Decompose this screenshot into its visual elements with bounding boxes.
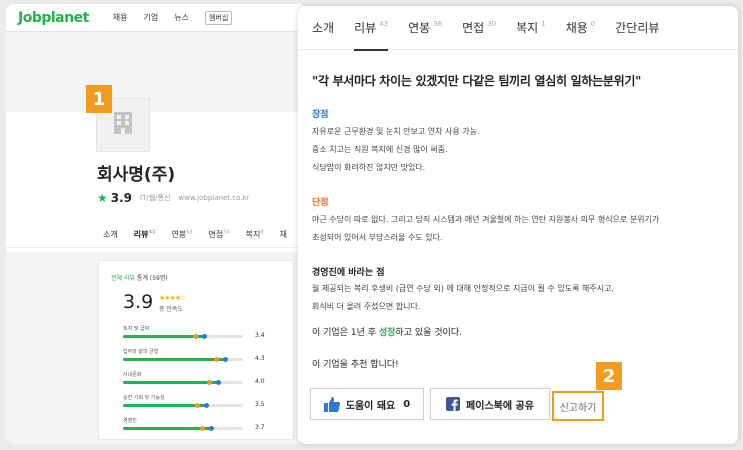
panel-tab-reviews[interactable]: 리뷰 43 (354, 6, 389, 51)
industry-average-marker (200, 426, 205, 431)
company-rating: 3.9 (110, 191, 133, 205)
nav-news[interactable]: 뉴스 (174, 12, 189, 23)
company-rating-row: ★ 3.9 IT/웹/통신 www.jobplanet.co.kr (97, 191, 257, 205)
overall-score-label: 총 만족도 (159, 306, 183, 313)
overall-stars: ★★★★☆ (159, 294, 186, 302)
panel-tab-short-reviews[interactable]: 간단리뷰 (615, 6, 659, 50)
pros-line: 중소 치고는 직원 복지에 신경 많이 써줌. (312, 145, 448, 154)
management-heading: 경영진에 바라는 점 (312, 268, 385, 278)
rating-bar-track (123, 403, 243, 408)
jobplanet-logo[interactable]: Jobplanet (18, 10, 89, 26)
rating-bar-fill (123, 427, 212, 430)
tab-benefits[interactable]: 복지8 (246, 229, 264, 240)
rating-bar-row: 복지 및 급여 3.4 (123, 325, 283, 343)
industry-average-marker (193, 334, 198, 339)
rating-bar-row: 승진 기회 및 가능성 3.5 (123, 394, 283, 412)
callout-badge-2: 2 (596, 362, 622, 390)
building-icon (111, 110, 135, 140)
tab-salary[interactable]: 연봉68 (171, 229, 192, 240)
tab-intro[interactable]: 소개 (103, 229, 118, 240)
rating-bar-fill (123, 358, 226, 361)
company-score-marker (216, 380, 221, 385)
company-score-marker (202, 334, 207, 339)
stats-title: 전체 리뷰 통계 (59명) (111, 275, 168, 282)
panel-tab-interview[interactable]: 면접 30 (462, 6, 496, 50)
rating-bar-value: 3.7 (255, 424, 265, 431)
rating-bar-fill (123, 381, 219, 384)
report-button[interactable]: 신고하기 (552, 391, 604, 421)
helpful-button[interactable]: 도움이 돼요 0 (310, 388, 424, 420)
overall-score: 3.9 (123, 291, 154, 313)
tab-interview[interactable]: 면접34 (209, 229, 230, 240)
review-title: "각 부서마다 차이는 있겠지만 다같은 팀끼리 열심히 일하는분위기" (312, 74, 642, 88)
company-score-marker (204, 403, 209, 408)
tab-reviews[interactable]: 리뷰43 (134, 229, 156, 240)
facebook-share-button[interactable]: 페이스북에 공유 (430, 388, 550, 420)
thumbs-up-icon (323, 396, 340, 412)
company-url[interactable]: www.jobplanet.co.kr (178, 194, 249, 202)
company-tabs: 소개 리뷰43 연봉68 면접34 복지8 채 (6, 222, 306, 248)
cons-line: 야근 수당이 따로 없다. 그리고 당직 시스템과 매년 겨울철에 하는 연탄 … (312, 215, 660, 224)
rating-bar-value: 3.4 (255, 332, 265, 339)
panel-tab-intro[interactable]: 소개 (312, 6, 334, 50)
company-score-marker (209, 426, 214, 431)
callout-badge-1: 1 (86, 85, 112, 113)
panel-tab-salary[interactable]: 연봉 36 (408, 6, 442, 50)
nav-companies[interactable]: 기업 (144, 12, 159, 23)
industry-average-marker (214, 357, 219, 362)
helpful-count: 0 (403, 398, 411, 410)
pros-line: 식당밥이 화려하진 않지만 맛있다. (312, 163, 426, 172)
company-score-marker (223, 357, 228, 362)
pros-heading: 장점 (312, 110, 329, 120)
facebook-icon (446, 397, 461, 411)
pros-line: 자유로운 근무환경 및 눈치 안보고 연차 사용 가능. (312, 127, 480, 136)
review-panel-tabs: 소개 리뷰 43 연봉 36 면접 30 복지 1 채용 0 간단리뷰 (298, 6, 738, 51)
cons-line: 조성되어 있어서 부담스러울 수도 있다. (312, 233, 443, 242)
panel-tab-recruit[interactable]: 채용 0 (566, 6, 596, 50)
rating-bar-row: 사내문화 4.0 (123, 371, 283, 389)
industry-average-marker (195, 403, 200, 408)
nav-jobs[interactable]: 채용 (113, 12, 128, 23)
company-industry: IT/웹/통신 (140, 194, 171, 202)
rating-bar-value: 3.5 (255, 401, 265, 408)
rating-bar-value: 4.0 (255, 378, 265, 385)
recommend-text: 이 기업을 추천 합니다! (312, 360, 399, 370)
top-navigation: Jobplanet 채용 기업 뉴스 멤버십 (6, 4, 306, 32)
cons-heading: 단점 (312, 198, 329, 208)
rating-bar-track (123, 426, 243, 431)
future-outlook: 이 기업은 1년 후 성장하고 있을 것이다. (312, 328, 462, 338)
star-icon: ★ (97, 191, 108, 205)
review-stats-card: 전체 리뷰 통계 (59명) 3.9 ★★★★☆ 총 만족도 복지 및 급여 3.… (98, 260, 294, 440)
panel-tab-benefits[interactable]: 복지 1 (516, 6, 546, 50)
management-line: 월 제공되는 복리 후생비 (급연 수당 외) 에 대해 안정적으로 지급이 될… (312, 284, 614, 293)
membership-button[interactable]: 멤버십 (204, 10, 233, 25)
rating-bar-track (123, 357, 243, 362)
tab-recruit[interactable]: 채 (280, 229, 287, 240)
rating-bar-track (123, 334, 243, 339)
rating-bar-value: 4.3 (255, 355, 265, 362)
review-panel: 소개 리뷰 43 연봉 36 면접 30 복지 1 채용 0 간단리뷰 "각 부서마다 차… (298, 6, 738, 444)
rating-bar-row: 업무와 삶의 균형 4.3 (123, 348, 283, 366)
rating-bar-row: 경영진 3.7 (123, 417, 283, 435)
company-name: 회사명(주) (97, 165, 176, 185)
industry-average-marker (207, 380, 212, 385)
rating-bar-track (123, 380, 243, 385)
management-line: 회식비 더 올려 주셨으면 합니다. (312, 302, 421, 311)
